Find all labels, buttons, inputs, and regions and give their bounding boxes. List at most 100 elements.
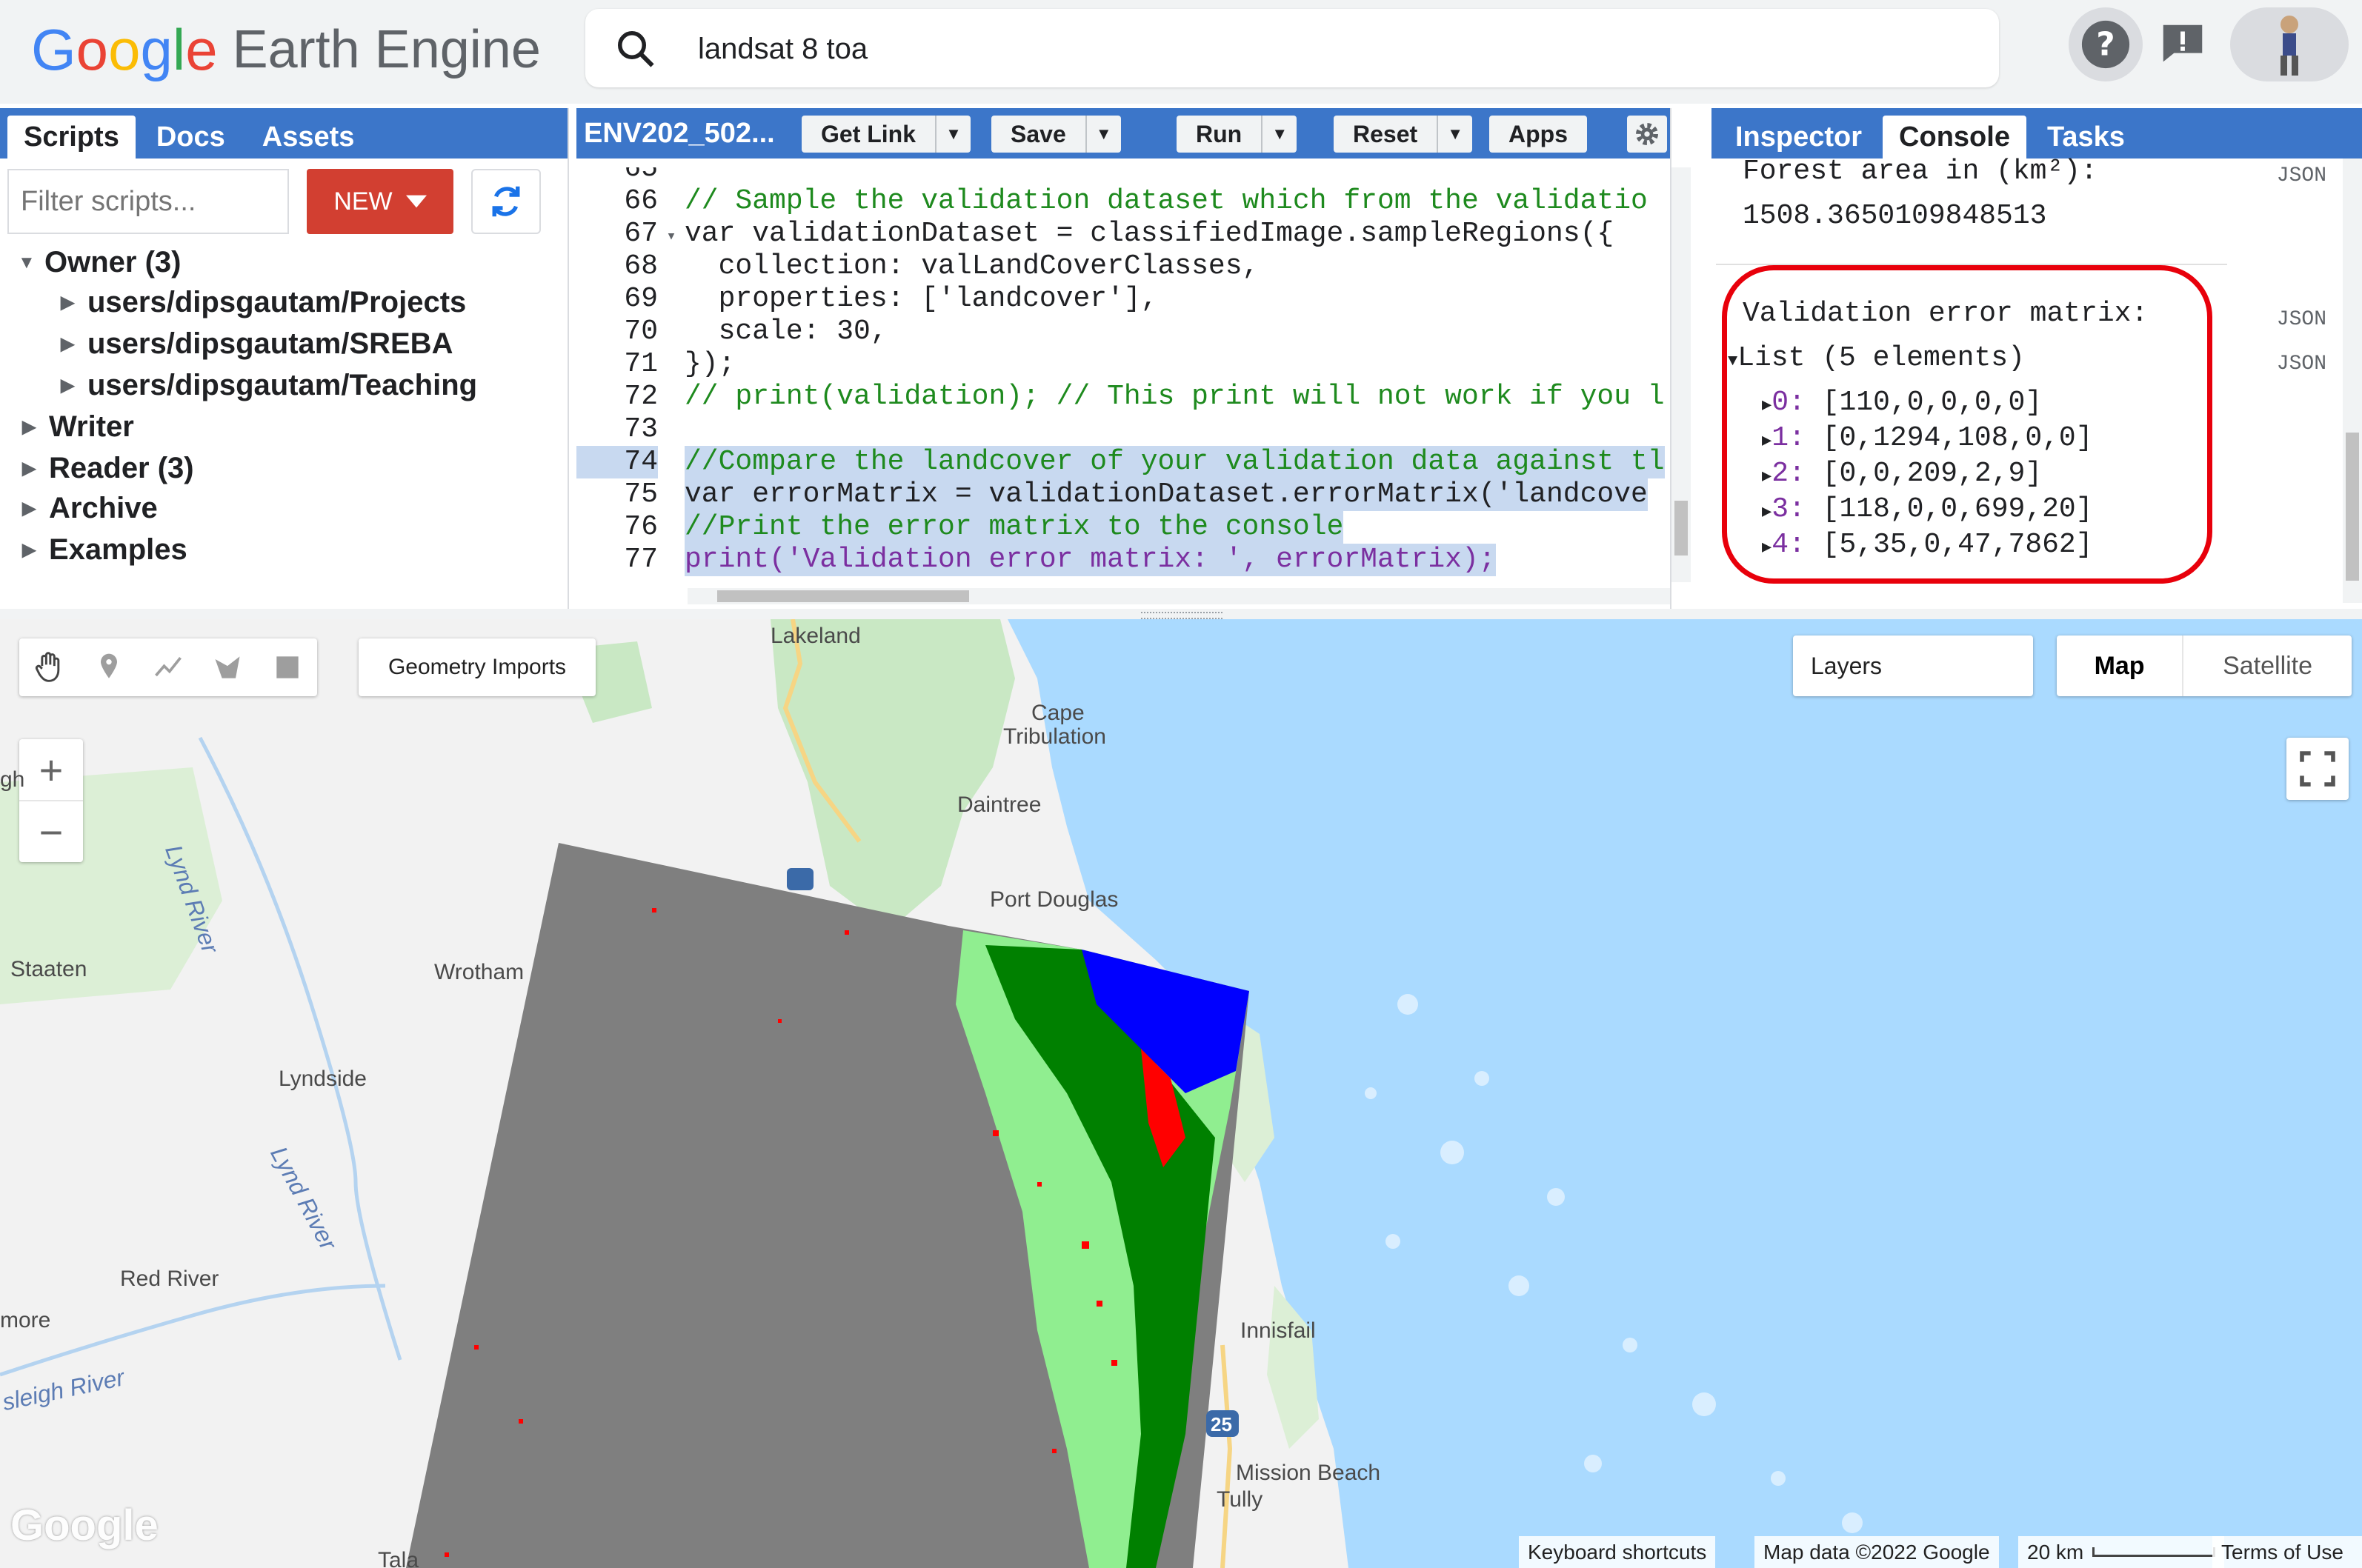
- zoom-out-button[interactable]: −: [19, 801, 83, 862]
- json-toggle[interactable]: JSON: [2277, 308, 2326, 331]
- tab-tasks[interactable]: Tasks: [2031, 116, 2141, 159]
- code-text: });: [685, 348, 736, 380]
- chevron-down-icon[interactable]: ▼: [935, 116, 971, 153]
- refresh-icon: [492, 186, 520, 217]
- place-label: Wrotham: [434, 960, 525, 984]
- scale-bar[interactable]: 20 km: [2018, 1536, 2225, 1568]
- search-box[interactable]: [585, 9, 1999, 89]
- code-area[interactable]: 65 66 // Sample the validation dataset wh…: [576, 167, 1680, 590]
- draw-rectangle-icon[interactable]: [271, 651, 304, 684]
- map-canvas[interactable]: Geometry Imports Layers Map Satellite + …: [0, 619, 2362, 1568]
- map-background: [0, 619, 2362, 1568]
- account-avatar[interactable]: [2230, 7, 2349, 81]
- code-line: 74 //Compare the landcover of your valida…: [576, 446, 1670, 478]
- scale-bar-line: [2092, 1547, 2216, 1557]
- tree-item-sreba[interactable]: ▶ users/dipsgautam/SREBA: [61, 327, 453, 361]
- console-scrollbar[interactable]: [2343, 159, 2362, 603]
- tree-item-archive[interactable]: ▶ Archive: [22, 492, 158, 525]
- line-number: 66: [624, 185, 658, 217]
- map-type-map-button[interactable]: Map: [2057, 635, 2182, 696]
- terms-of-use-link[interactable]: Terms of Use: [2212, 1536, 2362, 1568]
- save-button[interactable]: Save ▼: [991, 116, 1121, 153]
- reset-button[interactable]: Reset ▼: [1334, 116, 1473, 153]
- tree-item-owner[interactable]: ▼ Owner (3): [18, 246, 181, 279]
- map-type-satellite-button[interactable]: Satellite: [2182, 635, 2352, 696]
- line-number: 65: [624, 167, 658, 184]
- editor-horizontal-scrollbar[interactable]: [688, 588, 1670, 604]
- layers-button[interactable]: Layers: [1793, 635, 2033, 696]
- logo-letter: g: [140, 16, 173, 82]
- hand-pan-icon[interactable]: [33, 651, 65, 684]
- code-text: print('Validation error matrix: ', error…: [685, 544, 1496, 576]
- get-link-label: Get Link: [821, 120, 916, 147]
- tab-scripts[interactable]: Scripts: [7, 116, 136, 159]
- tab-inspector[interactable]: Inspector: [1719, 116, 1878, 159]
- tree-label: users/dipsgautam/Teaching: [87, 369, 478, 401]
- feedback-icon[interactable]: [2146, 7, 2220, 81]
- line-number: 69: [624, 283, 658, 315]
- tree-label: Reader (3): [49, 452, 194, 484]
- tree-item-teaching[interactable]: ▶ users/dipsgautam/Teaching: [61, 369, 477, 402]
- run-button[interactable]: Run ▼: [1177, 116, 1297, 153]
- editor-vertical-scrollbar[interactable]: [1671, 167, 1691, 582]
- keyboard-shortcuts-link[interactable]: Keyboard shortcuts: [1519, 1536, 1716, 1568]
- fold-arrow-icon[interactable]: ▾: [658, 221, 685, 253]
- scripts-panel: Scripts Docs Assets NEW ▼ Owner (3) ▶ user…: [0, 108, 569, 609]
- chevron-down-icon[interactable]: ▼: [1261, 116, 1297, 153]
- geometry-imports-button[interactable]: Geometry Imports: [359, 638, 596, 696]
- zoom-in-button[interactable]: +: [19, 739, 83, 801]
- place-label: Tala: [378, 1548, 419, 1568]
- code-editor-panel: ENV202_502... Get Link ▼ Save ▼ Run ▼ Reset…: [576, 108, 1691, 609]
- collapsed-triangle-icon: ▶: [22, 540, 36, 560]
- place-label: Red River: [120, 1267, 219, 1291]
- draw-line-icon[interactable]: [152, 651, 184, 684]
- filter-scripts-input[interactable]: [7, 169, 289, 234]
- left-tabbar: Scripts Docs Assets: [0, 108, 568, 159]
- drag-handle-icon: [1141, 612, 1222, 619]
- tab-docs[interactable]: Docs: [140, 116, 242, 159]
- json-toggle[interactable]: JSON: [2277, 353, 2326, 376]
- code-line: 77 print('Validation error matrix: ', err…: [576, 544, 1670, 576]
- script-title[interactable]: ENV202_502...: [584, 108, 775, 159]
- tree-label: users/dipsgautam/Projects: [87, 286, 467, 318]
- tree-item-projects[interactable]: ▶ users/dipsgautam/Projects: [61, 286, 466, 319]
- code-line: 75 var errorMatrix = validationDataset.er…: [576, 478, 1670, 511]
- line-number: 71: [624, 348, 658, 380]
- forest-area-value: 1508.3650109848513: [1743, 200, 2047, 232]
- tab-assets[interactable]: Assets: [246, 116, 371, 159]
- fullscreen-button[interactable]: [2286, 738, 2349, 800]
- line-number: 77: [624, 544, 658, 576]
- panel-resize-handle[interactable]: [0, 609, 2362, 619]
- scrollbar-thumb[interactable]: [1674, 501, 1688, 556]
- settings-button[interactable]: [1627, 116, 1667, 153]
- code-text: scale: 30,: [685, 316, 888, 347]
- logo-product-name: Earth Engine: [232, 20, 541, 79]
- scale-label: 20 km: [2027, 1540, 2084, 1564]
- search-input[interactable]: [696, 9, 1959, 89]
- apps-button[interactable]: Apps: [1489, 116, 1587, 153]
- draw-polygon-icon[interactable]: [211, 651, 244, 684]
- scrollbar-thumb[interactable]: [2346, 433, 2359, 581]
- marker-point-icon[interactable]: [93, 651, 125, 684]
- code-text: var errorMatrix = validationDataset.erro…: [685, 478, 1648, 511]
- code-text: //Compare the landcover of your validati…: [685, 446, 1665, 478]
- tab-console[interactable]: Console: [1883, 116, 2026, 159]
- place-label: gh: [0, 767, 25, 792]
- google-watermark: Google: [10, 1501, 159, 1549]
- new-script-button[interactable]: NEW: [307, 169, 453, 234]
- get-link-button[interactable]: Get Link ▼: [802, 116, 971, 153]
- earth-engine-logo[interactable]: Google Earth Engine: [31, 9, 541, 90]
- place-label: Innisfail: [1240, 1318, 1316, 1343]
- tree-item-reader[interactable]: ▶ Reader (3): [22, 452, 194, 485]
- help-icon[interactable]: ?: [2069, 7, 2143, 81]
- scrollbar-thumb[interactable]: [717, 590, 969, 602]
- json-toggle[interactable]: JSON: [2277, 164, 2326, 187]
- tree-item-writer[interactable]: ▶ Writer: [22, 410, 134, 444]
- refresh-button[interactable]: [471, 169, 541, 234]
- chevron-down-icon[interactable]: ▼: [1437, 116, 1472, 153]
- chevron-down-icon[interactable]: ▼: [1085, 116, 1121, 153]
- tree-label: Examples: [49, 533, 187, 566]
- place-label: Cape: [1031, 701, 1085, 725]
- tree-item-examples[interactable]: ▶ Examples: [22, 533, 187, 567]
- right-tabbar: Inspector Console Tasks: [1711, 108, 2362, 159]
